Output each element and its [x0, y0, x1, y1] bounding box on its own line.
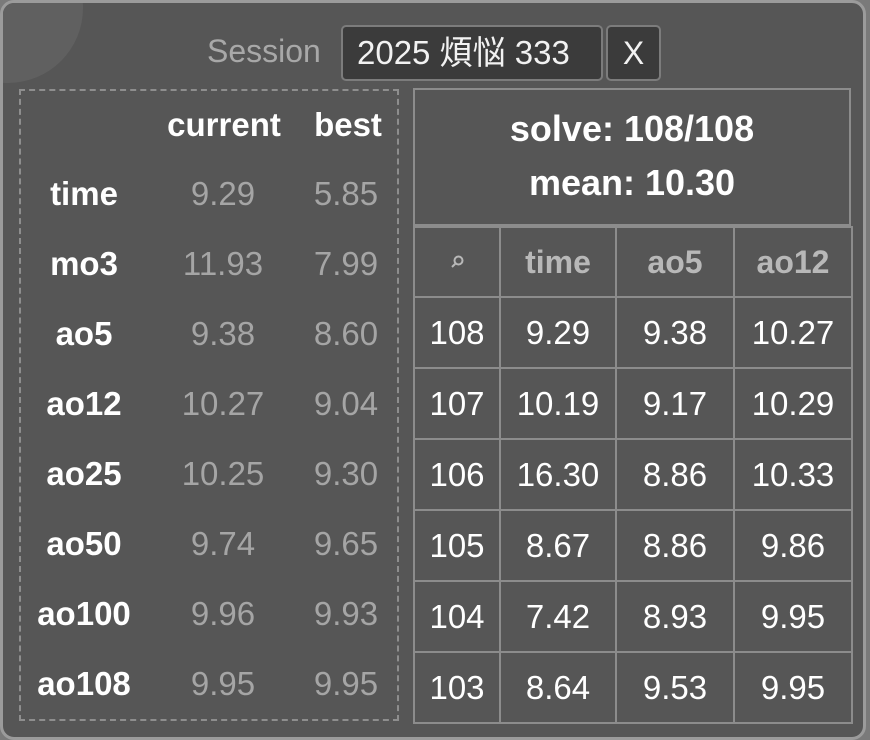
- session-label: Session: [207, 33, 321, 69]
- solve-count: solve: 108/108: [509, 108, 755, 149]
- solve-time[interactable]: 16.30: [499, 438, 617, 511]
- stat-name: mo3: [50, 245, 118, 282]
- stat-current[interactable]: 9.95: [161, 649, 285, 719]
- solves-header-ao12[interactable]: ao12: [733, 226, 853, 298]
- stat-name: ao100: [37, 595, 131, 632]
- solve-ao5[interactable]: 9.53: [615, 651, 735, 724]
- solve-row: 107 10.19 9.17 10.29: [413, 367, 853, 440]
- stat-best[interactable]: 9.65: [289, 509, 403, 579]
- stat-current[interactable]: 9.74: [161, 509, 285, 579]
- solve-row: 104 7.42 8.93 9.95: [413, 580, 853, 653]
- solve-ao5[interactable]: 9.38: [615, 296, 735, 369]
- solve-time[interactable]: 8.64: [499, 651, 617, 724]
- solves-header-row: time ao5 ao12: [413, 226, 853, 298]
- stats-row-time[interactable]: time 9.29 5.85: [21, 159, 397, 229]
- stats-panel: Session 2025 煩悩 333 X current best time …: [0, 0, 866, 740]
- stat-current[interactable]: 11.93: [161, 229, 285, 299]
- stat-name: ao12: [46, 385, 122, 422]
- solve-number[interactable]: 104: [413, 580, 501, 653]
- stats-header-best: best: [314, 106, 382, 143]
- session-summary[interactable]: solve: 108/108 mean: 10.30: [413, 88, 851, 226]
- solve-number[interactable]: 103: [413, 651, 501, 724]
- stat-name: ao108: [37, 665, 131, 702]
- stat-name: ao5: [55, 315, 113, 352]
- stat-name: ao50: [46, 525, 122, 562]
- stat-current[interactable]: 9.38: [161, 299, 285, 369]
- solve-ao12[interactable]: 9.95: [733, 580, 853, 653]
- stats-row-ao12[interactable]: ao12 10.27 9.04: [21, 369, 397, 439]
- solves-header-ao5[interactable]: ao5: [615, 226, 735, 298]
- solves-table: time ao5 ao12 108 9.29 9.38 10.27 107 10…: [413, 226, 853, 724]
- stats-header-current: current: [167, 106, 281, 143]
- stat-current[interactable]: 9.29: [161, 159, 285, 229]
- stat-name: ao25: [46, 455, 122, 492]
- solve-row: 106 16.30 8.86 10.33: [413, 438, 853, 511]
- solve-ao12[interactable]: 10.33: [733, 438, 853, 511]
- stat-best[interactable]: 5.85: [289, 159, 403, 229]
- session-delete-button[interactable]: X: [606, 25, 661, 81]
- solve-ao12[interactable]: 10.27: [733, 296, 853, 369]
- session-select[interactable]: 2025 煩悩 333: [341, 25, 603, 81]
- solves-header-time[interactable]: time: [499, 226, 617, 298]
- solve-number[interactable]: 108: [413, 296, 501, 369]
- solve-ao12[interactable]: 10.29: [733, 367, 853, 440]
- solve-time[interactable]: 9.29: [499, 296, 617, 369]
- stat-best[interactable]: 8.60: [289, 299, 403, 369]
- stats-row-ao108[interactable]: ao108 9.95 9.95: [21, 649, 397, 719]
- stats-row-ao50[interactable]: ao50 9.74 9.65: [21, 509, 397, 579]
- solve-ao5[interactable]: 8.93: [615, 580, 735, 653]
- solve-ao5[interactable]: 9.17: [615, 367, 735, 440]
- stat-name: time: [50, 175, 118, 212]
- stat-best[interactable]: 9.30: [289, 439, 403, 509]
- solve-time[interactable]: 10.19: [499, 367, 617, 440]
- stat-best[interactable]: 9.04: [289, 369, 403, 439]
- solve-ao5[interactable]: 8.86: [615, 438, 735, 511]
- stat-current[interactable]: 10.27: [161, 369, 285, 439]
- stat-best[interactable]: 9.93: [289, 579, 403, 649]
- search-icon[interactable]: [413, 226, 501, 298]
- panel-corner-decoration: [3, 3, 83, 83]
- stats-row-ao5[interactable]: ao5 9.38 8.60: [21, 299, 397, 369]
- solve-row: 105 8.67 8.86 9.86: [413, 509, 853, 582]
- session-mean: mean: 10.30: [528, 162, 736, 203]
- solve-ao12[interactable]: 9.95: [733, 651, 853, 724]
- solve-number[interactable]: 105: [413, 509, 501, 582]
- solve-row: 103 8.64 9.53 9.95: [413, 651, 853, 724]
- stat-best[interactable]: 7.99: [289, 229, 403, 299]
- stats-row-ao100[interactable]: ao100 9.96 9.93: [21, 579, 397, 649]
- solve-time[interactable]: 7.42: [499, 580, 617, 653]
- solve-row: 108 9.29 9.38 10.27: [413, 296, 853, 369]
- stat-best[interactable]: 9.95: [289, 649, 403, 719]
- solve-number[interactable]: 107: [413, 367, 501, 440]
- solve-time[interactable]: 8.67: [499, 509, 617, 582]
- solve-number[interactable]: 106: [413, 438, 501, 511]
- solve-ao12[interactable]: 9.86: [733, 509, 853, 582]
- solve-ao5[interactable]: 8.86: [615, 509, 735, 582]
- stat-current[interactable]: 9.96: [161, 579, 285, 649]
- stats-row-ao25[interactable]: ao25 10.25 9.30: [21, 439, 397, 509]
- stats-row-mo3[interactable]: mo3 11.93 7.99: [21, 229, 397, 299]
- stat-current[interactable]: 10.25: [161, 439, 285, 509]
